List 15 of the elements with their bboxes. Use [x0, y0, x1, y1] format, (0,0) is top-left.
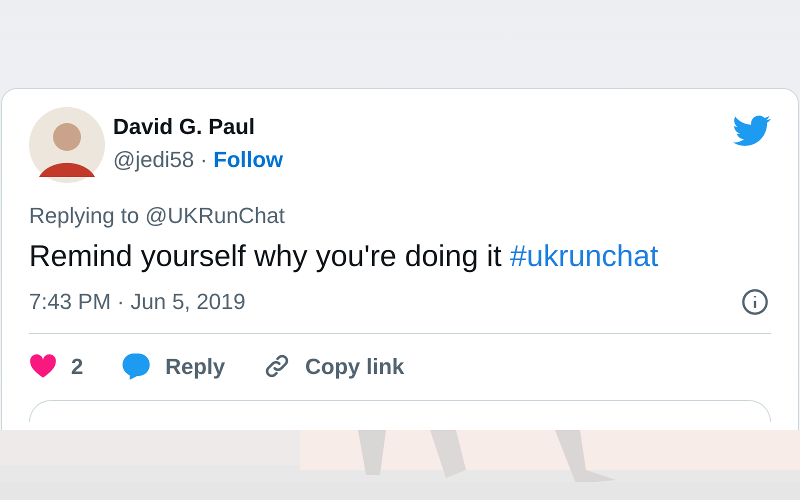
- speech-bubble-icon: [121, 352, 152, 380]
- follow-link[interactable]: Follow: [213, 144, 284, 176]
- author-name: David G. Paul: [113, 113, 256, 141]
- separator-dot: ·: [200, 146, 208, 174]
- info-icon[interactable]: [741, 288, 769, 316]
- tweet-text: Remind yourself why you're doing it #ukrunchat: [29, 239, 660, 275]
- heart-icon: [29, 353, 57, 379]
- hashtag-link[interactable]: #ukrunchat: [510, 240, 658, 273]
- like-action[interactable]: 2: [29, 350, 84, 382]
- replying-to-text: Replying to @UKRunChat: [29, 202, 286, 230]
- author-handle: @jedi58: [113, 146, 194, 174]
- timestamp[interactable]: 7:43 PM · Jun 5, 2019: [29, 287, 246, 317]
- bird-icon[interactable]: [733, 115, 771, 147]
- copy-action[interactable]: Copy link: [263, 350, 404, 382]
- reply-action[interactable]: Reply: [121, 350, 226, 382]
